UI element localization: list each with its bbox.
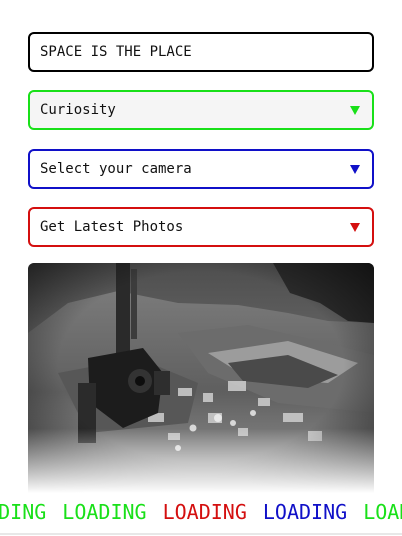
loading-text: LOADING: [0, 500, 47, 524]
loading-ticker: LOADING LOADING LOADING LOADING LOADING: [0, 498, 402, 526]
search-input-value: SPACE IS THE PLACE: [40, 44, 192, 60]
loading-text: LOADING: [262, 500, 348, 524]
loading-text: LOADING: [62, 500, 147, 524]
app: SPACE IS THE PLACE Curiosity Select your…: [0, 0, 402, 536]
loading-ticker-track: LOADING LOADING LOADING LOADING LOADING: [0, 498, 402, 526]
rover-photo: [28, 263, 374, 493]
chevron-down-icon: [350, 164, 360, 174]
chevron-down-icon: [350, 105, 360, 115]
get-latest-photos-button[interactable]: Get Latest Photos: [28, 207, 374, 247]
divider: [0, 533, 402, 535]
get-latest-photos-label: Get Latest Photos: [40, 219, 184, 235]
camera-select-value: Select your camera: [40, 161, 192, 177]
chevron-down-icon: [350, 222, 360, 232]
rover-select-value: Curiosity: [40, 102, 116, 118]
search-input[interactable]: SPACE IS THE PLACE: [28, 32, 374, 72]
loading-text: LOADING: [363, 500, 402, 524]
rover-select[interactable]: Curiosity: [28, 90, 374, 130]
camera-select[interactable]: Select your camera: [28, 149, 374, 189]
loading-text: LOADING: [162, 500, 247, 524]
